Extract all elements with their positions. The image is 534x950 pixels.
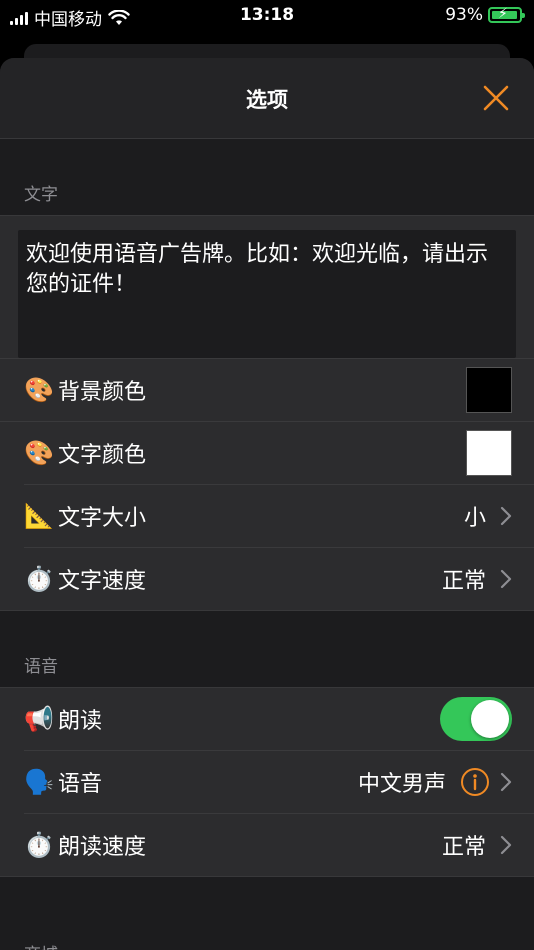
row-voice[interactable]: 🗣️ 语音 中文男声 [24,751,534,814]
row-label: 文字颜色 [58,443,147,468]
voice-value: 中文男声 [357,772,446,797]
row-text-speed[interactable]: ⏱️ 文字速度 正常 [24,548,534,610]
speaking-head-icon: 🗣️ [24,768,54,796]
text-speed-value: 正常 [441,569,486,594]
status-right: 93% ⚡ [445,5,525,25]
background-color-swatch[interactable] [466,367,512,413]
options-sheet: 选项 文字 🎨 背景颜色 🎨 文字颜色 📐 文字大小 小 ⏱️ 文 [0,58,534,950]
battery-percent: 93% [445,5,483,25]
row-label: 语音 [58,772,103,797]
row-background-color[interactable]: 🎨 背景颜色 [0,358,534,422]
nav-bar: 选项 [0,58,534,139]
close-icon[interactable] [480,82,512,114]
section-header-text: 文字 [24,185,58,205]
read-speed-value: 正常 [441,835,486,860]
row-read-aloud: 📢 朗读 [24,688,534,751]
chevron-right-icon [500,569,512,589]
section-header-store: 商城 [0,877,534,950]
chevron-right-icon [500,506,512,526]
battery-charging-icon: ⚡ [488,6,525,23]
stopwatch-icon: ⏱️ [24,565,54,593]
chevron-right-icon [500,772,512,792]
text-color-swatch[interactable] [466,430,512,476]
triangular-ruler-icon: 📐 [24,502,54,530]
row-label: 朗读速度 [58,835,147,860]
read-aloud-toggle[interactable] [440,697,512,741]
row-label: 朗读 [58,709,103,734]
voice-settings-group: 📢 朗读 🗣️ 语音 中文男声 ⏱️ 朗读速度 正常 [0,687,534,877]
row-text-color[interactable]: 🎨 文字颜色 [24,422,534,485]
text-size-value: 小 [463,506,486,531]
row-label: 文字大小 [58,506,147,531]
text-settings-group: 🎨 背景颜色 🎨 文字颜色 📐 文字大小 小 ⏱️ 文字速度 正常 [0,215,534,611]
palette-icon: 🎨 [24,439,54,467]
message-input[interactable] [18,230,516,358]
status-bar: 中国移动 13:18 93% ⚡ [0,0,534,32]
section-header-voice: 语音 [24,657,58,677]
info-icon[interactable] [460,767,490,797]
stopwatch-icon: ⏱️ [24,831,54,859]
palette-icon: 🎨 [24,376,54,404]
message-field-wrap [0,216,534,358]
row-text-size[interactable]: 📐 文字大小 小 [24,485,534,548]
row-label: 背景颜色 [58,380,147,405]
row-label: 文字速度 [58,569,147,594]
row-read-speed[interactable]: ⏱️ 朗读速度 正常 [24,814,534,876]
page-title: 选项 [246,88,288,112]
megaphone-icon: 📢 [24,705,54,733]
chevron-right-icon [500,835,512,855]
